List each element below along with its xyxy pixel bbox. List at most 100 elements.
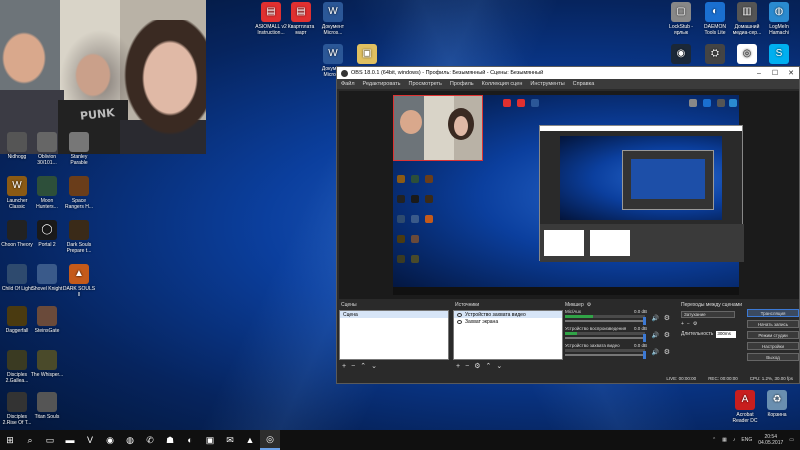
desktop-icon[interactable]: ◍ LogMeIn Hamachi: [762, 2, 796, 36]
move-down-icon[interactable]: ⌄: [371, 362, 377, 370]
desktop-icon[interactable]: A Acrobat Reader DC: [728, 390, 762, 424]
control-button[interactable]: Начать запись: [747, 320, 799, 328]
mail-icon[interactable]: ✉: [220, 430, 240, 450]
desktop-icon[interactable]: ▲ DARK SOULS II: [62, 264, 96, 298]
desktop-icon[interactable]: SteinsGate: [30, 306, 64, 334]
volume-slider[interactable]: [565, 320, 645, 322]
close-button[interactable]: ✕: [783, 69, 799, 77]
track-settings-icon[interactable]: ⚙: [664, 314, 670, 322]
obs-preview[interactable]: [339, 91, 799, 299]
track-settings-icon[interactable]: ⚙: [664, 331, 670, 339]
desktop-icon[interactable]: Disciples 2.Gallea...: [0, 350, 34, 384]
volume-slider-handle[interactable]: [643, 317, 646, 325]
pdf-icon[interactable]: ▲: [240, 430, 260, 450]
source-item[interactable]: Устройство захвата видео: [454, 311, 562, 318]
ghost-icon[interactable]: ☗: [160, 430, 180, 450]
move-up-icon[interactable]: ⌃: [360, 362, 366, 370]
desktop-icon[interactable]: ◎: [730, 44, 764, 66]
desktop-icon[interactable]: ▣: [350, 44, 384, 66]
volume-icon[interactable]: ♪: [733, 437, 736, 443]
menu-item[interactable]: Файл: [341, 81, 355, 87]
maximize-button[interactable]: ☐: [767, 69, 783, 77]
notifications-icon[interactable]: ▭: [789, 437, 794, 443]
remove-transition-button[interactable]: −: [687, 321, 690, 327]
obs-icon[interactable]: ◎: [260, 430, 280, 450]
transition-select[interactable]: Затухание: [681, 310, 735, 318]
desktop-icon[interactable]: ◯ Portal 2: [30, 220, 64, 248]
duration-input[interactable]: 300ms: [716, 330, 737, 338]
desktop-icon[interactable]: S: [762, 44, 796, 66]
desktop-icon[interactable]: ♻ Корзина: [760, 390, 794, 418]
track-settings-icon[interactable]: ⚙: [664, 348, 670, 356]
remove-scene-button[interactable]: −: [351, 363, 355, 370]
language-indicator[interactable]: ENG: [741, 437, 752, 443]
menu-item[interactable]: Профиль: [450, 81, 474, 87]
source-item[interactable]: Захват экрана: [454, 318, 562, 325]
mute-speaker-icon[interactable]: 🔊: [652, 332, 659, 339]
desktop-icon[interactable]: Dark Souls Prepare t...: [62, 220, 96, 254]
add-source-button[interactable]: +: [456, 363, 460, 370]
desktop-icon[interactable]: Nidhogg: [0, 132, 34, 160]
desktop-icon[interactable]: ◐ DAEMON Tools Lite: [698, 2, 732, 36]
add-transition-button[interactable]: +: [681, 321, 684, 327]
desktop-icon[interactable]: ▤ Квартплата март: [284, 2, 318, 36]
desktop-icon[interactable]: Child Of Light: [0, 264, 34, 292]
sources-list[interactable]: Устройство захвата видео Захват экрана: [453, 310, 563, 360]
scenes-list[interactable]: Сцена: [339, 310, 449, 360]
minimize-button[interactable]: –: [751, 70, 767, 77]
mixer-settings-icon[interactable]: ⚙: [587, 301, 591, 309]
desktop-icon[interactable]: Stanley Parable: [62, 132, 96, 166]
volume-slider-handle[interactable]: [643, 334, 646, 342]
menu-item[interactable]: Редактировать: [363, 81, 401, 87]
desktop-icon[interactable]: ▥ Домашний медиа-сер...: [730, 2, 764, 36]
volume-slider[interactable]: [565, 354, 645, 356]
scene-item[interactable]: Сцена: [340, 311, 448, 318]
desktop-icon[interactable]: Choon Theory: [0, 220, 34, 248]
tray-arrow-icon[interactable]: ⌃: [712, 437, 716, 443]
desktop-icon[interactable]: ▢ LockStub - ярлык: [664, 2, 698, 36]
network-icon[interactable]: ▦: [722, 437, 727, 443]
desktop-icon[interactable]: Moon Hunters...: [30, 176, 64, 210]
vivaldi-icon[interactable]: V: [80, 430, 100, 450]
desktop-icon[interactable]: Oblivion 30/101...: [30, 132, 64, 166]
control-button[interactable]: Режим студии: [747, 331, 799, 339]
mute-speaker-icon[interactable]: 🔊: [652, 315, 659, 322]
mute-speaker-icon[interactable]: 🔊: [652, 349, 659, 356]
menu-item[interactable]: Инструменты: [530, 81, 564, 87]
remote-icon[interactable]: ▣: [200, 430, 220, 450]
control-button[interactable]: Выход: [747, 353, 799, 361]
start-icon[interactable]: ⊞: [0, 430, 20, 450]
desktop-icon[interactable]: Disciples 2.Rise Of T...: [0, 392, 34, 426]
move-down-icon[interactable]: ⌄: [496, 362, 502, 370]
menu-item[interactable]: Просмотреть: [409, 81, 442, 87]
transition-settings-icon[interactable]: ⚙: [693, 321, 697, 327]
task-view-icon[interactable]: ▭: [40, 430, 60, 450]
volume-slider-handle[interactable]: [643, 351, 646, 359]
desktop-icon[interactable]: Space Rangers H...: [62, 176, 96, 210]
desktop-icon[interactable]: Daggerfall: [0, 306, 34, 334]
visibility-eye-icon[interactable]: [457, 312, 462, 317]
control-button[interactable]: Настройки: [747, 342, 799, 350]
source-settings-icon[interactable]: ⚙: [474, 362, 480, 370]
move-up-icon[interactable]: ⌃: [485, 362, 491, 370]
firefox-icon[interactable]: ◍: [120, 430, 140, 450]
remove-source-button[interactable]: −: [465, 363, 469, 370]
desktop-icon[interactable]: The Whisper...: [30, 350, 64, 378]
desktop-icon[interactable]: Titan Souls: [30, 392, 64, 420]
control-button[interactable]: Трансляция: [747, 309, 799, 317]
visibility-eye-icon[interactable]: [457, 319, 462, 324]
desktop-icon[interactable]: Shovel Knight: [30, 264, 64, 292]
volume-slider[interactable]: [565, 337, 645, 339]
desktop-icon[interactable]: ⛭: [698, 44, 732, 66]
chrome-icon[interactable]: ◉: [100, 430, 120, 450]
desktop-icon[interactable]: ▤ ASIOMALL v2 Instruction...: [254, 2, 288, 36]
menu-item[interactable]: Коллекция сцен: [482, 81, 523, 87]
desktop-icon[interactable]: W Launcher Classic: [0, 176, 34, 210]
desktop-icon[interactable]: ◉: [664, 44, 698, 66]
clock[interactable]: 20:54 04.05.2017: [758, 434, 783, 446]
desktop-icon[interactable]: W Документ Micros...: [316, 2, 350, 36]
search-icon[interactable]: ⌕: [20, 430, 40, 450]
add-scene-button[interactable]: +: [342, 363, 346, 370]
menu-item[interactable]: Справка: [573, 81, 595, 87]
file-explorer-icon[interactable]: ▬: [60, 430, 80, 450]
